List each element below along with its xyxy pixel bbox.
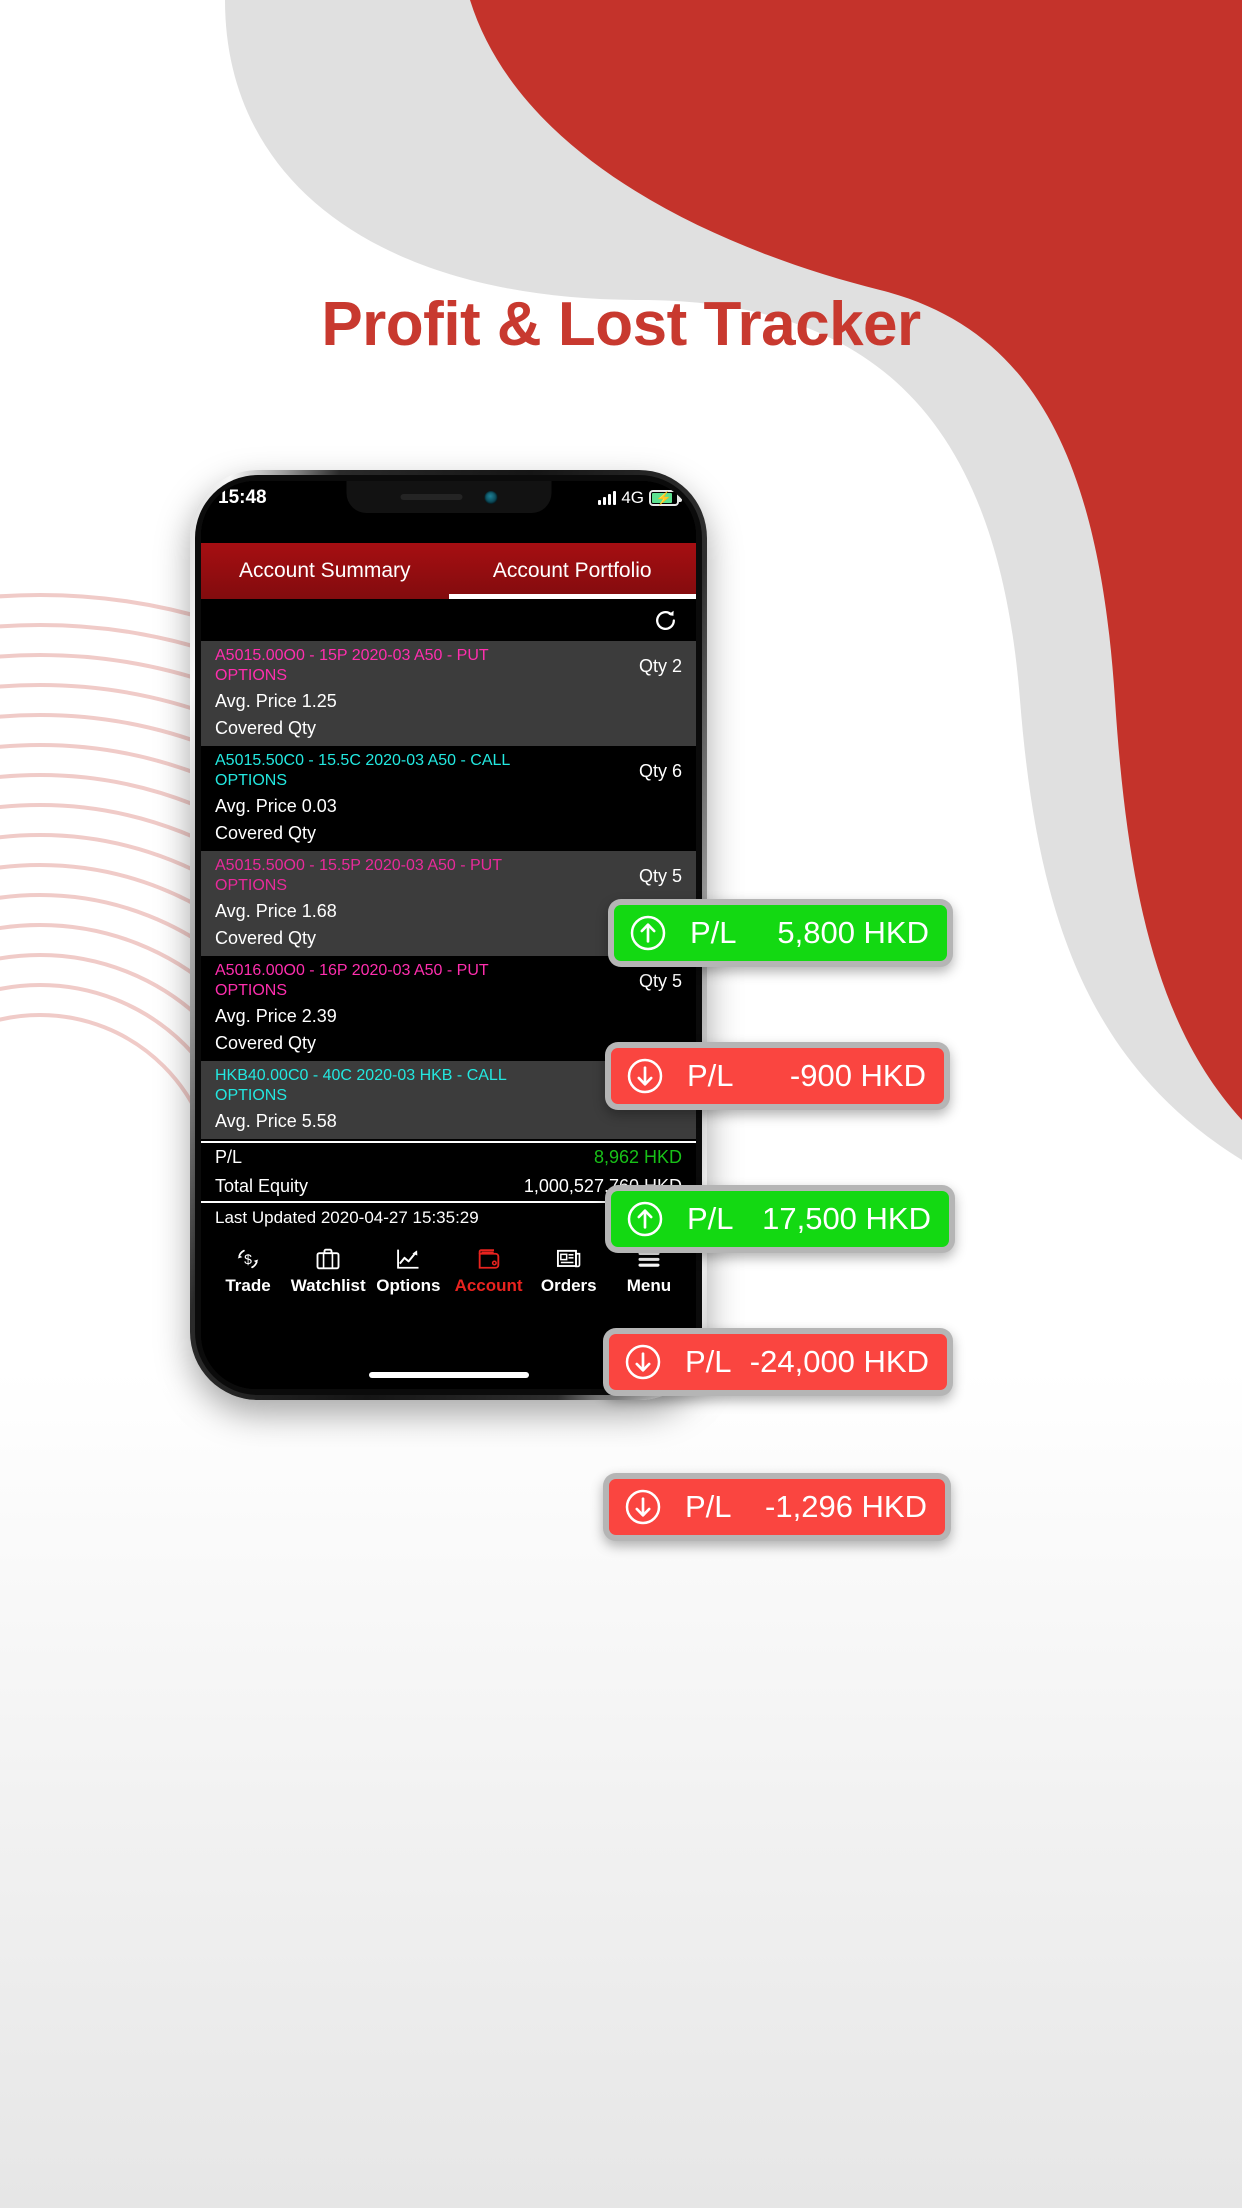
nav-label: Orders [540,1276,597,1296]
arrow-up-circle-icon [627,1201,663,1237]
position-avg-price: Avg. Price 5.58 [215,1111,337,1132]
tab-label: Account Summary [238,559,411,582]
status-indicators: 4G ⚡ [598,488,682,508]
arrow-up-circle-icon [630,915,666,951]
position-symbol: A5015.00O0 - 15P 2020-03 A50 - PUT OPTIO… [215,647,489,684]
pl-value: 17,500 HKD [762,1201,931,1236]
line-chart-icon [394,1244,422,1274]
portfolio-toolbar [201,599,696,641]
summary-equity-label: Total Equity [215,1176,309,1197]
position-symbol: A5015.50O0 - 15.5P 2020-03 A50 - PUT OPT… [215,857,502,894]
pl-value: -24,000 HKD [749,1344,929,1379]
pl-callout-badge[interactable]: P/L -1,296 HKD [603,1473,951,1541]
tab-label: Account Portfolio [492,559,652,582]
pl-label: P/L [687,1058,734,1093]
position-symbol: HKB40.00C0 - 40C 2020-03 HKB - CALL OPTI… [215,1067,507,1104]
position-covered-qty: Covered Qty [215,718,317,739]
status-time: 15:48 [218,487,267,508]
nav-label: Account [454,1276,523,1296]
nav-item-options[interactable]: Options [371,1244,445,1296]
pl-value: 5,800 HKD [777,915,929,950]
pl-label: P/L [685,1489,732,1524]
network-type-label: 4G [621,488,644,507]
pl-callout-badge[interactable]: P/L 5,800 HKD [608,899,953,967]
position-avg-price: Avg. Price 1.25 [215,691,337,712]
home-indicator[interactable] [368,1372,529,1378]
tab-account-summary[interactable]: Account Summary [201,543,449,599]
account-tabbar: Account Summary Account Portfolio [201,543,696,599]
news-list-icon [555,1244,583,1274]
pl-callout-badge[interactable]: P/L -900 HKD [605,1042,950,1110]
position-symbol: A5015.50C0 - 15.5C 2020-03 A50 - CALL OP… [215,752,510,789]
pl-label: P/L [690,915,737,950]
trade-exchange-icon: $ [234,1244,262,1274]
page-title: Profit & Lost Tracker [321,290,921,359]
arrow-down-circle-icon [627,1058,663,1094]
battery-charging-icon: ⚡ [649,490,682,506]
pl-callout-badge[interactable]: P/L -24,000 HKD [603,1328,953,1396]
nav-label: Options [376,1276,441,1296]
pl-value: -900 HKD [789,1058,926,1093]
summary-pl-value: 8,962 HKD [593,1147,682,1168]
position-avg-price: Avg. Price 2.39 [215,1006,337,1027]
front-camera-icon [484,490,497,504]
nav-item-watchlist[interactable]: Watchlist [290,1244,366,1296]
nav-label: Trade [225,1276,271,1296]
nav-item-trade[interactable]: $ Trade [211,1244,285,1296]
nav-item-orders[interactable]: Orders [532,1244,606,1296]
position-qty: Qty 6 [638,761,682,782]
refresh-icon[interactable] [653,608,678,633]
nav-label: Menu [626,1276,672,1296]
svg-text:$: $ [244,1251,252,1267]
position-row[interactable]: A5015.50C0 - 15.5C 2020-03 A50 - CALL OP… [201,746,696,852]
summary-row-pl: P/L 8,962 HKD [201,1143,696,1172]
signal-bars-icon [598,491,617,505]
briefcase-icon [314,1244,342,1274]
speaker-grille-icon [400,494,462,500]
nav-item-account[interactable]: Account [452,1244,526,1296]
tab-account-portfolio[interactable]: Account Portfolio [448,543,697,599]
summary-pl-label: P/L [215,1147,243,1168]
phone-notch [346,481,551,513]
position-qty: Qty 2 [638,656,682,676]
position-qty: Qty 5 [638,866,682,887]
pl-callout-badge[interactable]: P/L 17,500 HKD [605,1185,955,1253]
pl-value: -1,296 HKD [765,1489,927,1524]
position-row[interactable]: A5015.00O0 - 15P 2020-03 A50 - PUT OPTIO… [201,641,696,747]
nav-label: Watchlist [290,1276,366,1296]
arrow-down-circle-icon [625,1344,661,1380]
position-symbol: A5016.00O0 - 16P 2020-03 A50 - PUT OPTIO… [215,962,489,999]
pl-label: P/L [685,1344,732,1379]
position-avg-price: Avg. Price 0.03 [215,796,337,817]
wallet-icon [475,1244,503,1274]
arrow-down-circle-icon [625,1489,661,1525]
pl-label: P/L [687,1201,734,1236]
position-covered-qty: Covered Qty [215,823,317,844]
